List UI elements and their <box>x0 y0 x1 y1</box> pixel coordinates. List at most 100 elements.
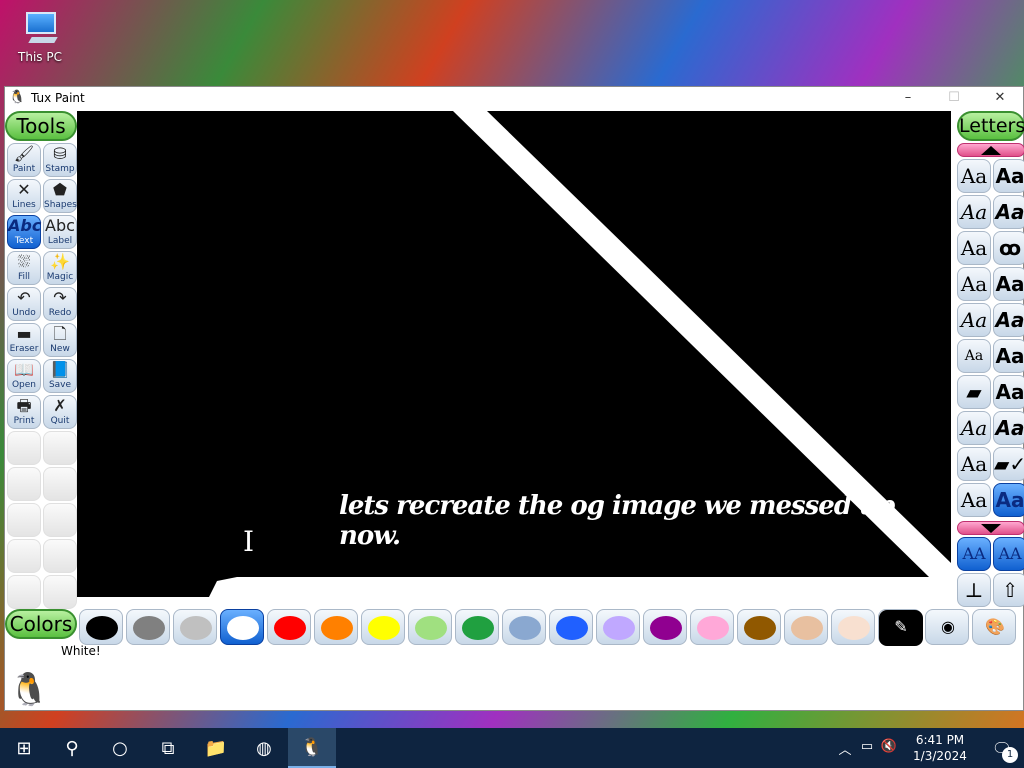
color-dot <box>227 616 259 640</box>
font-option-button[interactable]: Aa <box>957 339 991 373</box>
letters-header: Letters <box>957 111 1024 141</box>
volume-muted-icon[interactable]: 🔇 <box>878 739 900 758</box>
desktop-icon-this-pc[interactable]: This PC <box>10 8 70 78</box>
status-message: White! <box>61 644 101 658</box>
font-option-button[interactable]: ▰ <box>957 375 991 409</box>
color-swatch-steel-blue[interactable] <box>502 609 546 645</box>
color-swatch-purple[interactable] <box>643 609 687 645</box>
file-explorer-taskbar-button[interactable]: 📁 <box>192 728 240 768</box>
font-option-button[interactable]: Aa <box>993 339 1024 373</box>
font-option-button[interactable]: Aa <box>993 267 1024 301</box>
color-dot <box>133 616 165 640</box>
tool-print-button[interactable]: 🖶 Print <box>7 395 41 429</box>
tool-paint-button[interactable]: 🖌 Paint <box>7 143 41 177</box>
cortana-taskbar-button[interactable]: ○ <box>96 728 144 768</box>
empty-tool-slot <box>7 431 41 465</box>
tool-stamp-button[interactable]: ⛁ Stamp <box>43 143 77 177</box>
font-option-button[interactable]: Aa <box>957 195 991 229</box>
color-swatch-cream[interactable] <box>831 609 875 645</box>
font-option-button[interactable]: Aa <box>993 483 1024 517</box>
font-option-button[interactable]: Aa <box>957 159 991 193</box>
drawing-canvas[interactable]: lets recreate the og image we messed up … <box>77 111 951 597</box>
rainbow-palette-icon: ◉ <box>941 617 955 636</box>
tool-undo-button[interactable]: ↶ Undo <box>7 287 41 321</box>
color-swatch-yellow[interactable] <box>361 609 405 645</box>
font-option-button[interactable]: Aa <box>957 267 991 301</box>
tool-save-button[interactable]: 📘 Save <box>43 359 77 393</box>
empty-tool-slot <box>43 503 77 537</box>
tool-fill-button[interactable]: ⛆ Fill <box>7 251 41 285</box>
color-picker-button[interactable]: ✎ <box>878 609 923 646</box>
empty-tool-slot <box>7 539 41 573</box>
color-mixer-button[interactable]: 🎨 <box>972 609 1016 645</box>
font-option-button[interactable]: Aa <box>993 411 1024 445</box>
font-option-button[interactable]: Aa <box>957 303 991 337</box>
empty-tool-slot <box>43 539 77 573</box>
font-option-button[interactable]: Aa <box>993 159 1024 193</box>
tool-magic-button[interactable]: ✨ Magic <box>43 251 77 285</box>
network-icon[interactable]: ▭ <box>856 739 878 758</box>
tux-paint-taskbar-button[interactable]: 🐧 <box>288 728 336 768</box>
tool-eraser-button[interactable]: ▬ Eraser <box>7 323 41 357</box>
search-taskbar-button[interactable]: ⚲ <box>48 728 96 768</box>
font-option-button[interactable]: ▰✓ <box>993 447 1024 481</box>
font-option-button[interactable]: Aa <box>957 231 991 265</box>
color-swatch-red[interactable] <box>267 609 311 645</box>
minimize-button[interactable]: – <box>885 87 931 109</box>
color-swatch-orange[interactable] <box>314 609 358 645</box>
tool-quit-button[interactable]: ✗ Quit <box>43 395 77 429</box>
color-swatch-brown[interactable] <box>737 609 781 645</box>
task-view-taskbar-button[interactable]: ⧉ <box>144 728 192 768</box>
windows-start-taskbar-button[interactable]: ⊞ <box>0 728 48 768</box>
color-swatch-tan[interactable] <box>784 609 828 645</box>
font-size-button[interactable]: AA <box>993 537 1024 571</box>
clock-date: 1/3/2024 <box>913 749 967 763</box>
tux-paint-window: 🐧 Tux Paint – ☐ ✕ Tools 🖌 Paint ⛁ Stamp ✕ Lin… <box>4 86 1024 711</box>
color-picker-icon: ✎ <box>879 610 923 646</box>
close-button[interactable]: ✕ <box>977 87 1023 109</box>
tool-shapes-button[interactable]: ⬟ Shapes <box>43 179 77 213</box>
font-option-button[interactable]: Aa <box>957 483 991 517</box>
font-option-button[interactable]: Aa <box>993 375 1024 409</box>
font-option-button[interactable]: Aa <box>957 411 991 445</box>
clock-time: 6:41 PM <box>915 733 965 747</box>
color-swatch-blue[interactable] <box>549 609 593 645</box>
text-bottom-icon[interactable]: ⊥ <box>957 573 991 607</box>
tools-header: Tools <box>5 111 77 141</box>
color-dot <box>697 616 729 640</box>
tux-app-icon: 🐧 <box>9 90 26 105</box>
fonts-scroll-up-button[interactable] <box>957 143 1024 157</box>
tool-label-button[interactable]: Abc Label <box>43 215 77 249</box>
color-swatch-white[interactable] <box>220 609 264 645</box>
window-title: Tux Paint <box>31 91 85 105</box>
notifications-button[interactable]: 🗨 1 <box>980 739 1024 763</box>
fonts-scroll-down-button[interactable] <box>957 521 1024 535</box>
color-swatch-green[interactable] <box>455 609 499 645</box>
tool-label: Shapes <box>44 200 77 210</box>
chrome-taskbar-button[interactable]: ◍ <box>240 728 288 768</box>
font-option-button[interactable]: Aa <box>957 447 991 481</box>
chevron-up-icon[interactable]: ︿ <box>834 739 856 758</box>
maximize-button[interactable]: ☐ <box>931 87 977 109</box>
rainbow-palette-button[interactable]: ◉ <box>925 609 969 645</box>
clock[interactable]: 6:41 PM 1/3/2024 <box>900 732 980 764</box>
color-swatch-silver[interactable] <box>173 609 217 645</box>
color-swatch-pink[interactable] <box>690 609 734 645</box>
tool-open-button[interactable]: 📖 Open <box>7 359 41 393</box>
color-swatch-black[interactable] <box>79 609 123 645</box>
color-swatch-lavender[interactable] <box>596 609 640 645</box>
tool-redo-button[interactable]: ↷ Redo <box>43 287 77 321</box>
color-swatch-light-green[interactable] <box>408 609 452 645</box>
color-dot <box>556 616 588 640</box>
font-size-button[interactable]: AA <box>957 537 991 571</box>
color-swatch-gray[interactable] <box>126 609 170 645</box>
tool-label: Stamp <box>45 164 75 174</box>
font-option-button[interactable]: ꝏ <box>993 231 1024 265</box>
tool-lines-button[interactable]: ✕ Lines <box>7 179 41 213</box>
tool-new-button[interactable]: 🗋 New <box>43 323 77 357</box>
font-option-button[interactable]: Aa <box>993 303 1024 337</box>
color-dot <box>86 616 118 640</box>
arrow-up-icon[interactable]: ⇧ <box>993 573 1024 607</box>
tool-text-button[interactable]: Abc Text <box>7 215 41 249</box>
font-option-button[interactable]: Aa <box>993 195 1024 229</box>
